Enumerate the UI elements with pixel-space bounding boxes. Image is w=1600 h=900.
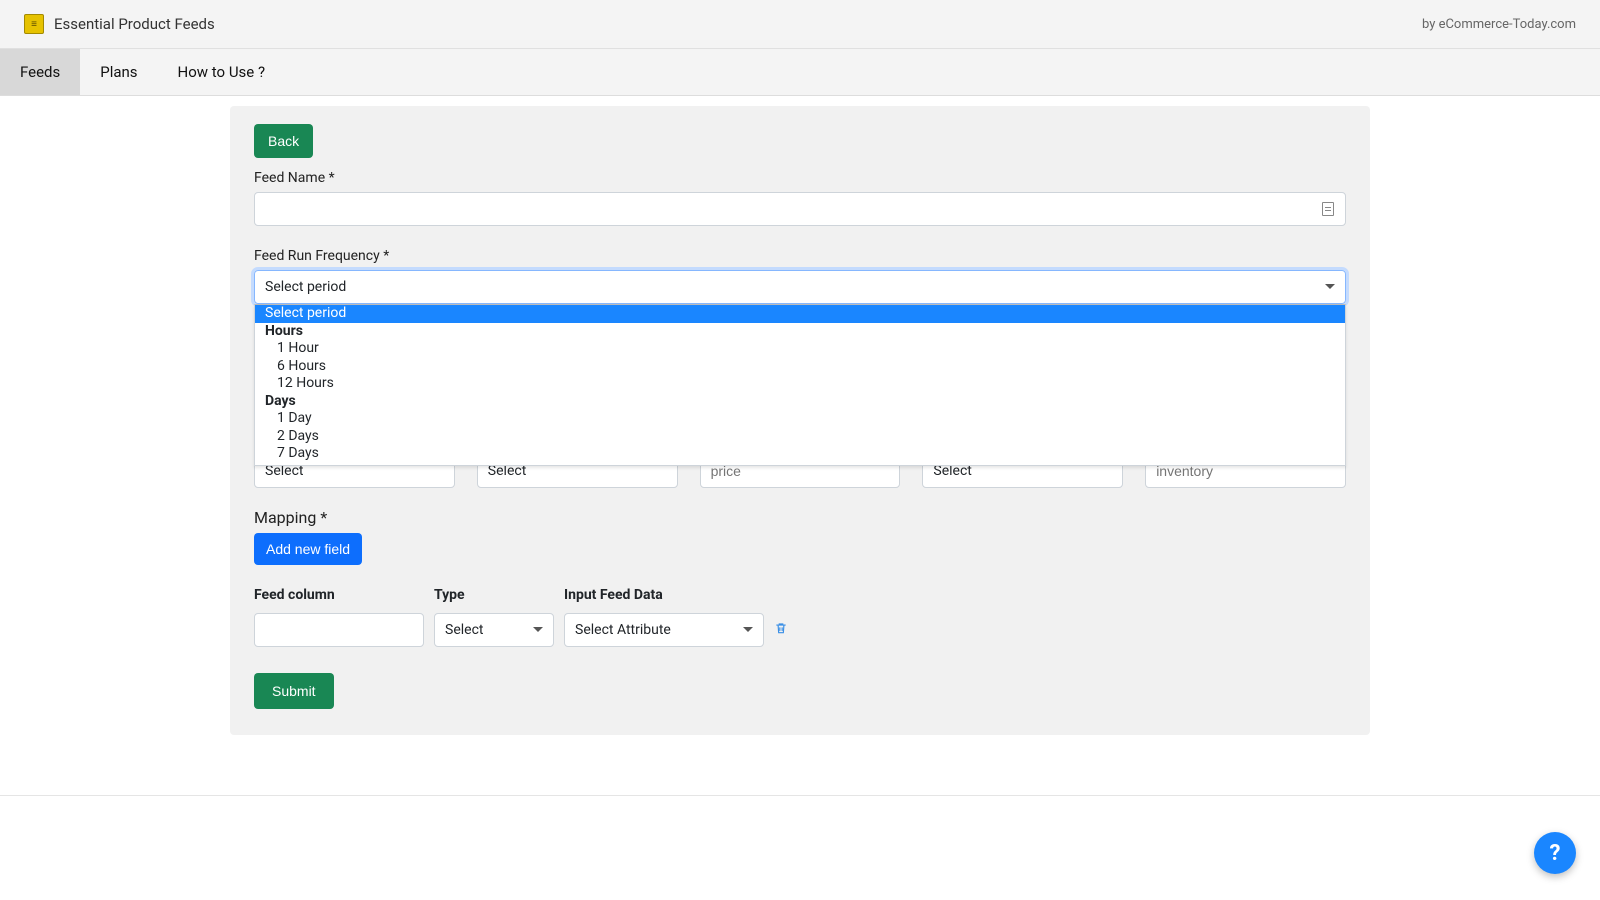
help-fab-button[interactable]: ? <box>1534 832 1576 874</box>
chevron-down-icon <box>1325 284 1335 290</box>
frequency-selected-value: Select period <box>265 279 346 295</box>
mapping-header-type: Type <box>434 587 554 603</box>
tab-plans[interactable]: Plans <box>80 49 157 95</box>
byline-prefix: by <box>1422 17 1439 32</box>
main-tabs: Feeds Plans How to Use ? <box>0 49 1600 96</box>
frequency-dropdown: Select period Hours 1 Hour 6 Hours 12 Ho… <box>254 304 1346 466</box>
frequency-option-2-days[interactable]: 2 Days <box>255 428 1345 446</box>
frequency-label: Feed Run Frequency * <box>254 248 1346 264</box>
mapping-attribute-value: Select Attribute <box>575 622 671 638</box>
chevron-down-icon <box>533 627 543 633</box>
app-logo-icon: ≡ <box>24 14 44 34</box>
byline: by eCommerce-Today.com <box>1422 17 1576 32</box>
submit-button[interactable]: Submit <box>254 673 334 709</box>
top-bar: ≡ Essential Product Feeds by eCommerce-T… <box>0 0 1600 49</box>
mapping-header-feed-column: Feed column <box>254 587 424 603</box>
frequency-option-12-hours[interactable]: 12 Hours <box>255 375 1345 393</box>
back-button[interactable]: Back <box>254 124 313 158</box>
frequency-group-hours: Hours <box>255 323 1345 341</box>
mapping-type-value: Select <box>445 622 483 638</box>
frequency-select[interactable]: Select period <box>254 270 1346 304</box>
frequency-option-1-day[interactable]: 1 Day <box>255 410 1345 428</box>
frequency-option-1-hour[interactable]: 1 Hour <box>255 340 1345 358</box>
feed-name-input[interactable] <box>254 192 1346 226</box>
add-new-field-button[interactable]: Add new field <box>254 533 362 565</box>
form-autofill-icon <box>1322 202 1334 216</box>
delete-row-button[interactable] <box>774 620 788 640</box>
tab-feeds[interactable]: Feeds <box>0 49 80 95</box>
trash-icon <box>774 620 788 636</box>
mapping-type-select[interactable]: Select <box>434 613 554 647</box>
mapping-feed-column-input[interactable] <box>254 613 424 647</box>
tab-how-to-use[interactable]: How to Use ? <box>158 49 286 95</box>
help-icon: ? <box>1550 841 1561 866</box>
frequency-option-placeholder[interactable]: Select period <box>255 305 1345 323</box>
frequency-group-days: Days <box>255 393 1345 411</box>
brand: ≡ Essential Product Feeds <box>24 14 215 34</box>
footer-divider <box>0 795 1600 796</box>
frequency-option-6-hours[interactable]: 6 Hours <box>255 358 1345 376</box>
mapping-header-input-feed: Input Feed Data <box>564 587 764 603</box>
frequency-option-7-days[interactable]: 7 Days <box>255 445 1345 463</box>
feed-name-label: Feed Name * <box>254 170 1346 186</box>
chevron-down-icon <box>743 627 753 633</box>
mapping-header-row: Feed column Type Input Feed Data <box>254 587 1346 603</box>
feed-form-card: Back Feed Name * Feed Run Frequency * Se… <box>230 106 1370 735</box>
mapping-label: Mapping * <box>254 508 1346 527</box>
mapping-row: Select Select Attribute <box>254 613 1346 647</box>
mapping-attribute-select[interactable]: Select Attribute <box>564 613 764 647</box>
byline-link[interactable]: eCommerce-Today.com <box>1439 17 1576 32</box>
app-title: Essential Product Feeds <box>54 15 215 33</box>
